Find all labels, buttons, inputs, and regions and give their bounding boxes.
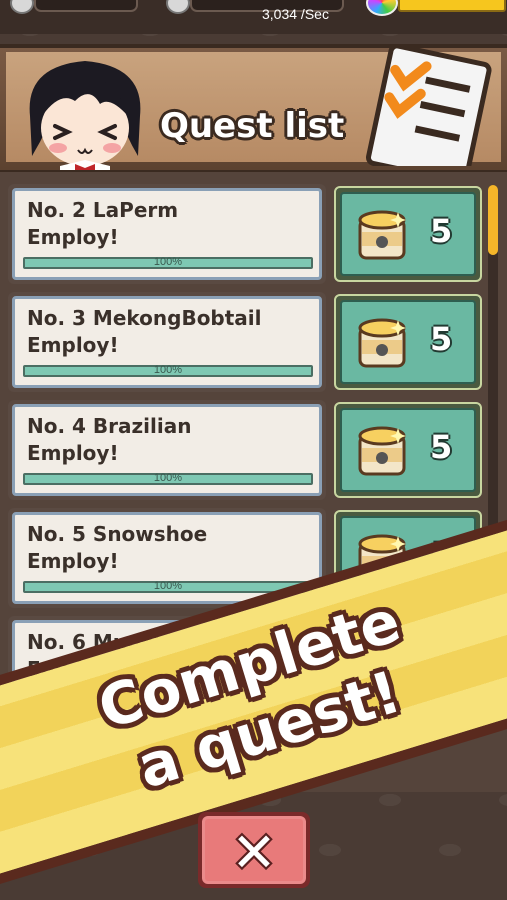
quest-card: No. 2 LaPerm Employ! 100% — [8, 184, 326, 284]
quest-progress-bar: 100% — [23, 256, 313, 269]
progress-label: 100% — [153, 472, 183, 484]
currency-bar — [34, 0, 138, 12]
quest-action: Employ! — [27, 333, 119, 357]
premium-currency-bar — [398, 0, 506, 12]
quest-name: No. 5 Snowshoe — [27, 522, 208, 546]
quest-header: Quest list — [0, 44, 507, 174]
silver-can-icon — [166, 0, 190, 14]
status-bar: 3,034 /Sec — [0, 0, 507, 34]
rainbow-can-icon — [366, 0, 398, 16]
scrollbar-thumb[interactable] — [488, 185, 498, 255]
quest-card: No. 4 Brazilian Employ! 100% — [8, 400, 326, 500]
reward-amount: 5 — [430, 320, 453, 358]
checklist-icon — [365, 48, 492, 166]
reward-amount: 5 — [430, 212, 453, 250]
quest-action: Employ! — [27, 441, 119, 465]
page-title: Quest list — [160, 106, 345, 146]
rainbow-can-icon — [358, 318, 406, 368]
close-icon: ✕ — [231, 821, 277, 884]
quest-progress-bar: 100% — [23, 364, 313, 377]
quest-progress-bar: 100% — [23, 580, 313, 593]
progress-label: 100% — [153, 580, 183, 592]
quest-name: No. 3 MekongBobtail — [27, 306, 262, 330]
progress-label: 100% — [153, 256, 183, 268]
close-button[interactable]: ✕ — [198, 812, 310, 888]
quest-name: No. 4 Brazilian — [27, 414, 192, 438]
claim-reward-button[interactable]: 5 — [334, 402, 482, 498]
rainbow-can-icon — [358, 426, 406, 476]
quest-row: No. 3 MekongBobtail Employ! 100% 5 — [8, 292, 483, 392]
character-portrait — [29, 61, 141, 170]
quest-action: Employ! — [27, 225, 119, 249]
quest-card: No. 3 MekongBobtail Employ! 100% — [8, 292, 326, 392]
claim-reward-button[interactable]: 5 — [334, 294, 482, 390]
income-rate: 3,034 /Sec — [262, 6, 329, 22]
quest-progress-bar: 100% — [23, 472, 313, 485]
reward-amount: 5 — [430, 428, 453, 466]
quest-row: No. 4 Brazilian Employ! 100% 5 — [8, 400, 483, 500]
claim-reward-button[interactable]: 5 — [334, 186, 482, 282]
quest-name: No. 2 LaPerm — [27, 198, 179, 222]
progress-label: 100% — [153, 364, 183, 376]
coin-icon — [10, 0, 34, 14]
quest-row: No. 2 LaPerm Employ! 100% 5 — [8, 184, 483, 284]
rainbow-can-icon — [358, 210, 406, 260]
quest-action: Employ! — [27, 549, 119, 573]
